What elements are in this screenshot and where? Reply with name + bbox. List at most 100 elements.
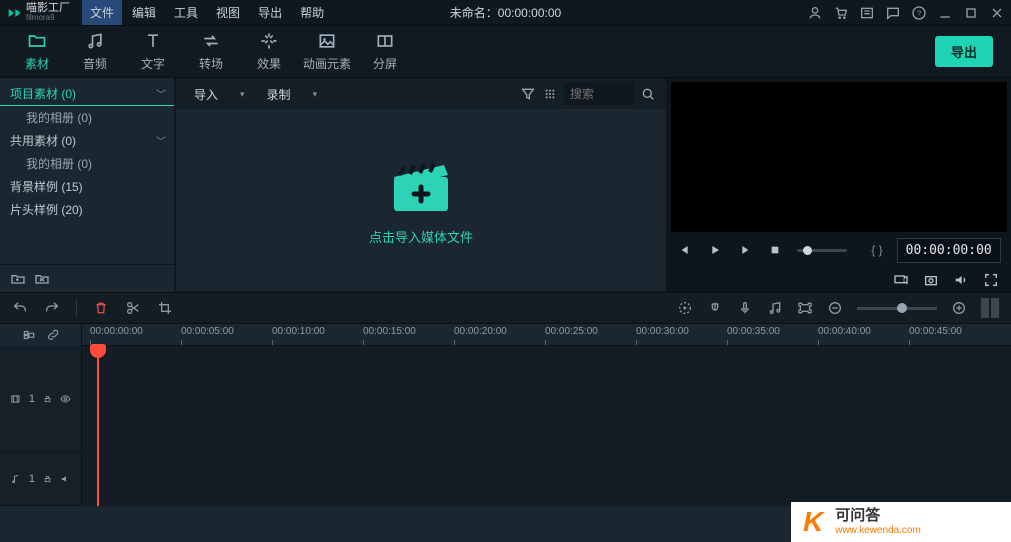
maximize-icon[interactable] bbox=[963, 5, 979, 21]
export-button[interactable]: 导出 bbox=[935, 36, 993, 67]
crop-icon[interactable] bbox=[157, 300, 173, 316]
tab-transition[interactable]: 转场 bbox=[182, 27, 240, 76]
speaker-icon[interactable] bbox=[60, 472, 71, 486]
tab-label: 音频 bbox=[83, 55, 107, 72]
menu-file[interactable]: 文件 bbox=[82, 0, 122, 25]
tab-label: 文字 bbox=[141, 55, 165, 72]
tab-split[interactable]: 分屏 bbox=[356, 27, 414, 76]
tree-project-media[interactable]: 项目素材 (0)﹀ bbox=[0, 82, 174, 106]
tree-my-album[interactable]: 我的相册 (0) bbox=[0, 106, 174, 129]
play-icon[interactable] bbox=[707, 242, 723, 258]
lock-icon[interactable] bbox=[43, 393, 52, 405]
main-menu: 文件 编辑 工具 视图 导出 帮助 bbox=[82, 0, 332, 25]
menu-edit[interactable]: 编辑 bbox=[124, 0, 164, 25]
menu-tools[interactable]: 工具 bbox=[166, 0, 206, 25]
ruler-tick: 00:00:35:00 bbox=[727, 326, 817, 337]
help-icon[interactable]: ? bbox=[911, 5, 927, 21]
note-icon bbox=[10, 472, 21, 486]
render-icon[interactable] bbox=[677, 300, 693, 316]
chevron-down-icon: ﹀ bbox=[156, 86, 166, 101]
timeline-toolbar bbox=[0, 292, 1011, 324]
music-icon bbox=[85, 31, 105, 51]
trash-folder-icon[interactable] bbox=[34, 271, 50, 287]
news-icon[interactable] bbox=[859, 5, 875, 21]
tree-shared-album[interactable]: 我的相册 (0) bbox=[0, 152, 174, 175]
tab-text[interactable]: 文字 bbox=[124, 27, 182, 76]
ruler-tick: 00:00:30:00 bbox=[636, 326, 726, 337]
prev-frame-icon[interactable] bbox=[677, 242, 693, 258]
menu-view[interactable]: 视图 bbox=[208, 0, 248, 25]
timecode-display: 00:00:00:00 bbox=[897, 238, 1001, 263]
quality-icon[interactable] bbox=[893, 272, 909, 288]
marker-icon[interactable] bbox=[707, 300, 723, 316]
ruler-tick: 00:00:10:00 bbox=[272, 326, 362, 337]
chevron-down-icon: ﹀ bbox=[156, 133, 166, 148]
search-icon[interactable] bbox=[640, 86, 656, 102]
snapshot-icon[interactable] bbox=[923, 272, 939, 288]
close-icon[interactable] bbox=[989, 5, 1005, 21]
timeline-view-icon[interactable] bbox=[981, 298, 999, 318]
grid-icon[interactable] bbox=[542, 86, 558, 102]
film-icon bbox=[10, 392, 21, 406]
redo-icon[interactable] bbox=[44, 300, 60, 316]
zoom-fit-icon[interactable] bbox=[797, 300, 813, 316]
cut-icon[interactable] bbox=[125, 300, 141, 316]
link-icon[interactable] bbox=[46, 328, 60, 342]
import-dropdown[interactable]: 导入▾ bbox=[186, 82, 253, 107]
undo-icon[interactable] bbox=[12, 300, 28, 316]
folder-icon bbox=[27, 31, 47, 51]
zoom-slider[interactable] bbox=[857, 307, 937, 310]
brand-sub: filmora9 bbox=[26, 14, 70, 22]
audio-track-body[interactable] bbox=[82, 452, 1011, 505]
lock-icon[interactable] bbox=[43, 473, 52, 485]
playhead[interactable] bbox=[97, 346, 99, 506]
message-icon[interactable] bbox=[885, 5, 901, 21]
text-icon bbox=[143, 31, 163, 51]
record-dropdown[interactable]: 录制▾ bbox=[259, 82, 326, 107]
volume-icon[interactable] bbox=[953, 272, 969, 288]
audio-track: 1 bbox=[0, 452, 1011, 506]
timeline-ruler[interactable]: 00:00:00:0000:00:05:0000:00:10:0000:00:1… bbox=[82, 324, 1011, 346]
clapper-icon bbox=[386, 155, 456, 215]
tab-media[interactable]: 素材 bbox=[8, 27, 66, 76]
menu-help[interactable]: 帮助 bbox=[292, 0, 332, 25]
minimize-icon[interactable] bbox=[937, 5, 953, 21]
user-icon[interactable] bbox=[807, 5, 823, 21]
next-frame-icon[interactable] bbox=[737, 242, 753, 258]
tab-label: 转场 bbox=[199, 55, 223, 72]
media-drop-zone[interactable]: 点击导入媒体文件 bbox=[176, 109, 666, 291]
media-sidebar: 项目素材 (0)﹀ 我的相册 (0) 共用素材 (0)﹀ 我的相册 (0) 背景… bbox=[0, 78, 175, 292]
tree-intro-samples[interactable]: 片头样例 (20) bbox=[0, 198, 174, 221]
new-folder-icon[interactable] bbox=[10, 271, 26, 287]
zoom-out-icon[interactable] bbox=[827, 300, 843, 316]
drop-text: 点击导入媒体文件 bbox=[369, 227, 473, 246]
audio-mixer-icon[interactable] bbox=[767, 300, 783, 316]
stop-icon[interactable] bbox=[767, 242, 783, 258]
track-manager-icon[interactable] bbox=[22, 328, 36, 342]
video-track: 1 bbox=[0, 346, 1011, 452]
watermark-k-icon: K bbox=[797, 506, 829, 538]
track-number: 1 bbox=[29, 393, 35, 405]
voiceover-icon[interactable] bbox=[737, 300, 753, 316]
tab-audio[interactable]: 音频 bbox=[66, 27, 124, 76]
tree-label: 我的相册 (0) bbox=[26, 155, 92, 172]
filter-icon[interactable] bbox=[520, 86, 536, 102]
search-input[interactable] bbox=[564, 83, 634, 105]
sparkle-icon bbox=[259, 31, 279, 51]
cart-icon[interactable] bbox=[833, 5, 849, 21]
logo-icon bbox=[6, 5, 22, 21]
tab-effects[interactable]: 效果 bbox=[240, 27, 298, 76]
video-track-body[interactable] bbox=[82, 346, 1011, 451]
tab-label: 素材 bbox=[25, 55, 49, 72]
ruler-tick: 00:00:25:00 bbox=[545, 326, 635, 337]
tree-bg-samples[interactable]: 背景样例 (15) bbox=[0, 175, 174, 198]
track-number: 1 bbox=[29, 473, 35, 485]
zoom-in-icon[interactable] bbox=[951, 300, 967, 316]
tab-elements[interactable]: 动画元素 bbox=[298, 27, 356, 76]
menu-export[interactable]: 导出 bbox=[250, 0, 290, 25]
tree-shared-media[interactable]: 共用素材 (0)﹀ bbox=[0, 129, 174, 152]
delete-icon[interactable] bbox=[93, 300, 109, 316]
volume-slider[interactable] bbox=[797, 249, 847, 252]
fullscreen-icon[interactable] bbox=[983, 272, 999, 288]
eye-icon[interactable] bbox=[60, 392, 71, 406]
